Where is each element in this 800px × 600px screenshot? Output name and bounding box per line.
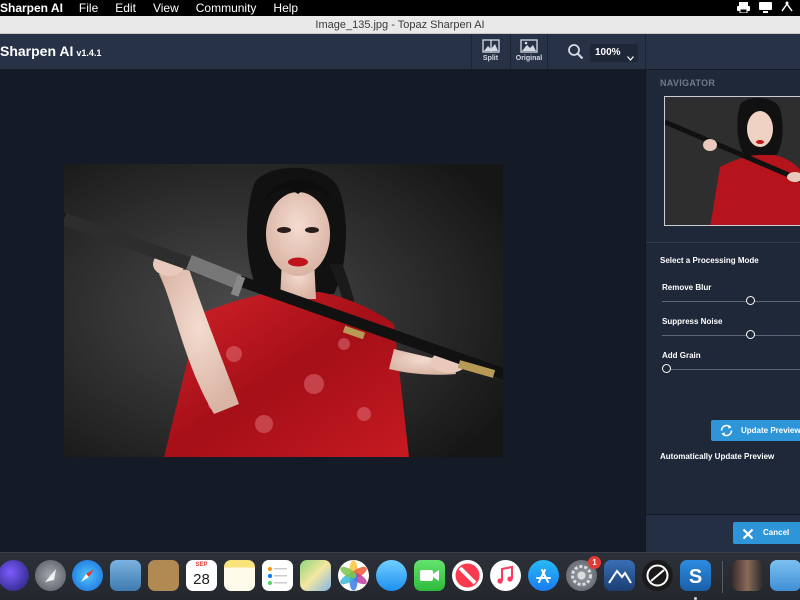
toolbar-divider [645,34,646,70]
airplay-status-icon[interactable] [781,1,794,13]
navigator-thumbnail[interactable] [664,96,800,226]
news-icon[interactable] [452,560,483,591]
suppress-noise-knob[interactable] [745,330,755,339]
launchpad-icon[interactable] [35,560,66,591]
cancel-button[interactable]: Cancel [733,522,800,544]
menu-edit[interactable]: Edit [115,1,136,15]
menu-view[interactable]: View [153,1,179,15]
menu-file[interactable]: File [79,1,98,15]
reminders-icon[interactable] [262,560,293,591]
add-grain-knob[interactable] [661,364,671,373]
photos-icon[interactable] [338,560,369,591]
auto-update-label[interactable]: Automatically Update Preview [660,452,774,461]
status-tray [737,1,794,14]
remove-blur-label: Remove Blur [662,283,712,292]
menu-help[interactable]: Help [273,1,298,15]
topaz-sharpen-icon[interactable]: S [680,560,711,591]
topaz-adjust-icon[interactable] [604,560,635,591]
app-brand: Sharpen AI v1.4.1 [0,43,101,59]
display-status-icon[interactable] [759,1,772,13]
dock-separator [722,561,723,593]
update-preview-button[interactable]: Update Preview [711,420,800,441]
topaz-studio-icon[interactable] [642,560,673,591]
window-title: Image_135.jpg - Topaz Sharpen AI [0,16,800,34]
suppress-noise-label: Suppress Noise [662,317,723,326]
add-grain-slider[interactable] [662,369,800,370]
image-canvas[interactable] [0,70,645,552]
notification-badge: 1 [588,556,601,569]
split-view-button[interactable]: Split [471,34,509,70]
facetime-icon[interactable] [414,560,445,591]
remove-blur-knob[interactable] [745,296,755,305]
svg-text:S: S [689,566,702,588]
split-view-label: Split [482,55,499,62]
zoom-magnifier-icon[interactable] [567,43,584,60]
cancel-label: Cancel [763,528,790,537]
processing-mode-title: Select a Processing Mode [660,256,759,265]
original-view-label: Original [515,55,543,62]
app-store-icon[interactable] [528,560,559,591]
panel-divider [646,242,800,243]
app-brand-name: Sharpen AI [0,43,74,59]
siri-icon[interactable] [0,560,29,591]
notes-icon[interactable] [224,560,255,591]
printer-status-icon[interactable] [737,1,750,14]
update-preview-label: Update Preview [741,426,800,435]
calendar-icon[interactable]: SEP 28 [186,560,217,591]
split-view-icon [481,39,500,53]
messages-icon[interactable] [376,560,407,591]
menu-app-name[interactable]: Sharpen AI [0,1,63,15]
music-icon[interactable] [490,560,521,591]
preview-image[interactable] [64,164,503,457]
remove-blur-slider[interactable] [662,301,800,302]
menu-community[interactable]: Community [196,1,257,15]
menu-bar: Sharpen AI File Edit View Community Help [0,0,800,16]
add-grain-label: Add Grain [662,351,701,360]
zoom-level-select[interactable]: 100% [590,44,638,62]
refresh-icon [719,423,734,438]
calendar-day: 28 [193,571,210,588]
navigator-label: NAVIGATOR [660,78,716,88]
zoom-level-value: 100% [595,47,621,58]
mail-eagle-icon[interactable] [110,560,141,591]
panel-footer: Cancel [646,514,800,552]
macos-dock: SEP 28 1 S [0,552,800,600]
suppress-noise-slider[interactable] [662,335,800,336]
photo-stack-icon[interactable] [732,560,763,591]
settings-panel: NAVIGATOR Select a Processing Mode Remov… [645,70,800,552]
close-icon [742,527,754,540]
calendar-month: SEP [195,562,208,568]
contacts-icon[interactable] [148,560,179,591]
maps-icon[interactable] [300,560,331,591]
original-view-button[interactable]: Original [510,34,548,70]
app-version: v1.4.1 [76,48,102,58]
downloads-folder-icon[interactable] [770,560,800,591]
app-toolbar: Sharpen AI v1.4.1 Split Original 100% [0,34,800,70]
safari-icon[interactable] [72,560,103,591]
chevron-down-icon [627,50,634,61]
original-view-icon [520,39,538,53]
system-preferences-icon[interactable]: 1 [566,556,601,591]
